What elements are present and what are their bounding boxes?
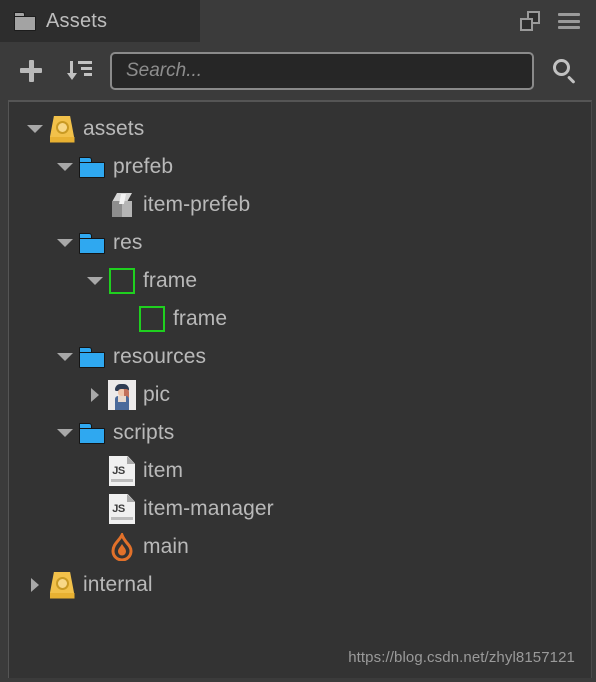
tree-row[interactable]: frame: [9, 300, 591, 338]
search-input[interactable]: [124, 59, 520, 83]
tree-row[interactable]: resources: [9, 338, 591, 376]
tree-row-label: assets: [83, 117, 145, 140]
tab-bar: Assets: [0, 0, 596, 42]
tree-row[interactable]: res: [9, 224, 591, 262]
chevron-down-icon[interactable]: [23, 110, 47, 148]
tab-assets[interactable]: Assets: [0, 0, 200, 42]
search-box[interactable]: [110, 52, 534, 90]
prefab-cube-icon: [107, 190, 137, 220]
sprite-frame-icon: [107, 266, 137, 296]
folder-blue-icon: [77, 342, 107, 372]
chevron-right-icon[interactable]: [23, 566, 47, 604]
tree-row-label: item-prefeb: [143, 193, 251, 216]
twisty-placeholder: [83, 186, 107, 224]
add-asset-button[interactable]: [14, 54, 48, 88]
twisty-placeholder: [83, 452, 107, 490]
tree-row[interactable]: item-prefeb: [9, 186, 591, 224]
sort-button[interactable]: [62, 54, 96, 88]
popout-icon[interactable]: [520, 11, 540, 31]
assets-toolbar: [0, 42, 596, 100]
twisty-placeholder: [113, 300, 137, 338]
tree-row-label: item: [143, 459, 184, 482]
tab-assets-label: Assets: [46, 9, 108, 32]
chevron-right-icon[interactable]: [83, 376, 107, 414]
search-button[interactable]: [548, 54, 582, 88]
tab-bar-actions: [520, 0, 596, 42]
sprite-frame-icon: [137, 304, 167, 334]
tree-row[interactable]: main: [9, 528, 591, 566]
folder-blue-icon: [77, 152, 107, 182]
folder-blue-icon: [77, 418, 107, 448]
tree-row-label: resources: [113, 345, 207, 368]
chevron-down-icon[interactable]: [53, 338, 77, 376]
chevron-down-icon[interactable]: [53, 148, 77, 186]
sort-descending-icon: [66, 60, 92, 82]
twisty-placeholder: [83, 490, 107, 528]
folder-blue-icon: [77, 228, 107, 258]
hamburger-menu-icon[interactable]: [558, 13, 580, 29]
tree-row[interactable]: frame: [9, 262, 591, 300]
assets-db-icon: [47, 114, 77, 144]
asset-tree: assets prefeb item-prefeb res frame frame reso…: [9, 102, 591, 604]
tree-row-label: prefeb: [113, 155, 174, 178]
tree-row-label: res: [113, 231, 143, 254]
folder-icon: [14, 11, 36, 31]
chevron-down-icon[interactable]: [83, 262, 107, 300]
tree-row-label: scripts: [113, 421, 175, 444]
tree-row-label: item-manager: [143, 497, 274, 520]
tree-row[interactable]: scripts: [9, 414, 591, 452]
tab-bar-spacer: [200, 0, 520, 42]
chevron-down-icon[interactable]: [53, 224, 77, 262]
chevron-down-icon[interactable]: [53, 414, 77, 452]
tree-row[interactable]: internal: [9, 566, 591, 604]
tree-row-label: frame: [143, 269, 198, 292]
assets-panel-window: Assets Search... assets prefeb item-pref…: [0, 0, 596, 682]
flame-icon: [107, 531, 137, 562]
tree-row-label: frame: [173, 307, 228, 330]
plus-icon: [20, 60, 42, 82]
tree-row-label: main: [143, 535, 189, 558]
js-file-icon: JS: [107, 456, 137, 486]
asset-tree-panel: assets prefeb item-prefeb res frame frame reso…: [8, 100, 592, 678]
search-icon: [552, 58, 578, 85]
tree-row-label: pic: [143, 383, 171, 406]
tree-row[interactable]: JS item-manager: [9, 490, 591, 528]
twisty-placeholder: [83, 528, 107, 566]
assets-db-icon: [47, 570, 77, 600]
image-thumbnail-icon: [107, 380, 137, 410]
tree-row[interactable]: prefeb: [9, 148, 591, 186]
js-file-icon: JS: [107, 494, 137, 524]
tree-row[interactable]: JS item: [9, 452, 591, 490]
watermark: https://blog.csdn.net/zhyl8157121: [348, 649, 575, 666]
tree-row[interactable]: assets: [9, 110, 591, 148]
tree-row[interactable]: pic: [9, 376, 591, 414]
tree-row-label: internal: [83, 573, 153, 596]
